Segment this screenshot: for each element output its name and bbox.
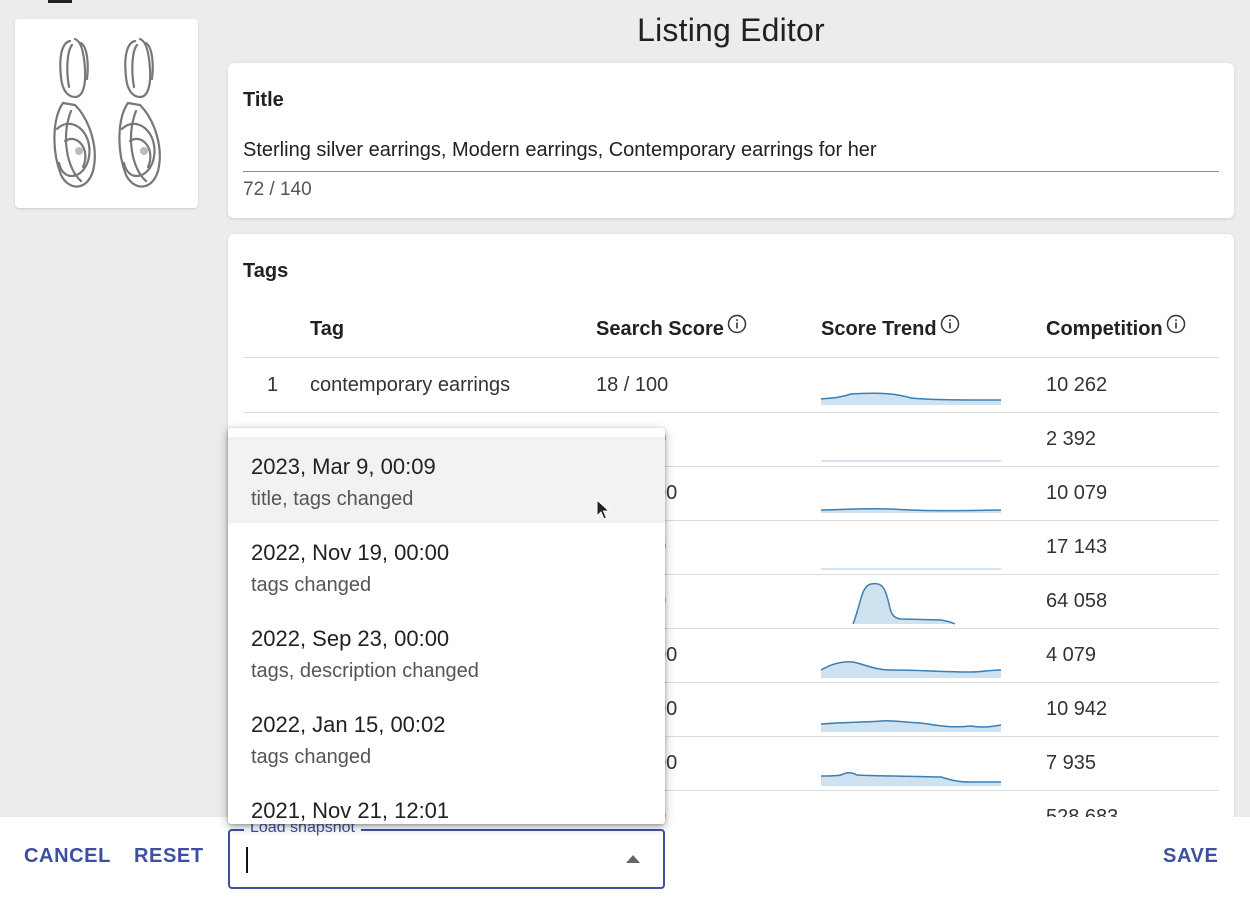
row-competition: 10 942 [1046, 698, 1108, 720]
snapshot-date: 2022, Nov 19, 00:00 [251, 540, 450, 565]
row-competition: 4 079 [1046, 644, 1097, 666]
search-score-label: Search Score [596, 318, 724, 340]
score-trend-sparkline [821, 772, 1001, 786]
snapshot-changes: tags, description changed [251, 660, 479, 682]
score-trend-sparkline [821, 568, 1001, 570]
snapshot-option[interactable]: 2021, Nov 21, 12:01 [228, 781, 665, 824]
load-snapshot-select[interactable]: Load snapshot [228, 819, 665, 889]
page-title: Listing Editor [637, 12, 825, 48]
tags-table-header: Tag Search Score Score Trend Competition [243, 296, 1219, 358]
listing-editor-window: Listing Editor Title Sterling silver ear… [0, 0, 1250, 900]
score-trend-sparkline [821, 661, 1002, 678]
snapshot-changes: tags changed [251, 574, 372, 596]
info-circle-icon[interactable] [940, 314, 960, 334]
save-button[interactable]: SAVE [1163, 845, 1218, 868]
row-competition: 2 392 [1046, 428, 1097, 450]
bottom-action-bar: CANCEL RESET Load snapshot SAVE [0, 817, 1250, 900]
score-trend-sparkline [821, 720, 1002, 732]
row-competition: 7 935 [1046, 752, 1097, 774]
title-input[interactable]: Sterling silver earrings, Modern earring… [243, 139, 1219, 172]
reset-button[interactable]: RESET [134, 845, 204, 868]
title-char-count: 72 / 140 [243, 179, 312, 200]
snapshot-option[interactable]: 2022, Nov 19, 00:00 tags changed [228, 523, 665, 609]
text-caret [246, 847, 248, 873]
cancel-button[interactable]: CANCEL [24, 845, 111, 868]
snapshot-dropdown-menu: 2023, Mar 9, 00:09 title, tags changed 2… [228, 428, 665, 824]
score-trend-sparkline [821, 507, 1002, 513]
info-circle-icon[interactable] [727, 314, 747, 334]
score-trend-sparkline [852, 582, 956, 625]
window-edge-mark [48, 0, 72, 3]
row-competition: 17 143 [1046, 536, 1108, 558]
mouse-pointer-icon [596, 499, 610, 520]
row-competition: 10 079 [1046, 482, 1108, 504]
competition-label: Competition [1046, 318, 1163, 340]
earrings-image [53, 37, 161, 188]
row-tag: contemporary earrings [310, 374, 511, 396]
title-card: Title Sterling silver earrings, Modern e… [228, 63, 1234, 218]
snapshot-date: 2023, Mar 9, 00:09 [251, 454, 436, 479]
column-header-score-trend[interactable]: Score Trend [821, 314, 960, 341]
table-row[interactable]: 1 contemporary earrings 18 / 100 10 262 [243, 358, 1219, 413]
snapshot-changes: tags changed [251, 746, 372, 768]
snapshot-option[interactable]: 2022, Jan 15, 00:02 tags changed [228, 695, 665, 781]
snapshot-date: 2022, Sep 23, 00:00 [251, 626, 450, 651]
row-competition: 64 058 [1046, 590, 1108, 612]
row-competition: 10 262 [1046, 374, 1108, 396]
score-trend-sparkline [821, 392, 1002, 405]
arrow-up-icon[interactable] [626, 855, 640, 863]
score-trend-label: Score Trend [821, 318, 937, 340]
title-section-label: Title [243, 89, 284, 111]
column-header-competition[interactable]: Competition [1046, 314, 1186, 341]
tags-section-label: Tags [243, 260, 289, 282]
product-image[interactable] [15, 19, 198, 208]
info-circle-icon[interactable] [1166, 314, 1186, 334]
score-trend-sparkline [821, 460, 1001, 462]
column-header-tag[interactable]: Tag [310, 318, 344, 341]
snapshot-option[interactable]: 2022, Sep 23, 00:00 tags, description ch… [228, 609, 665, 695]
row-search-score: 18 / 100 [596, 374, 669, 396]
snapshot-changes: title, tags changed [251, 488, 414, 510]
row-index: 1 [267, 374, 279, 396]
column-header-search-score[interactable]: Search Score [596, 314, 747, 341]
snapshot-date: 2022, Jan 15, 00:02 [251, 712, 446, 737]
snapshot-date: 2021, Nov 21, 12:01 [251, 798, 450, 823]
